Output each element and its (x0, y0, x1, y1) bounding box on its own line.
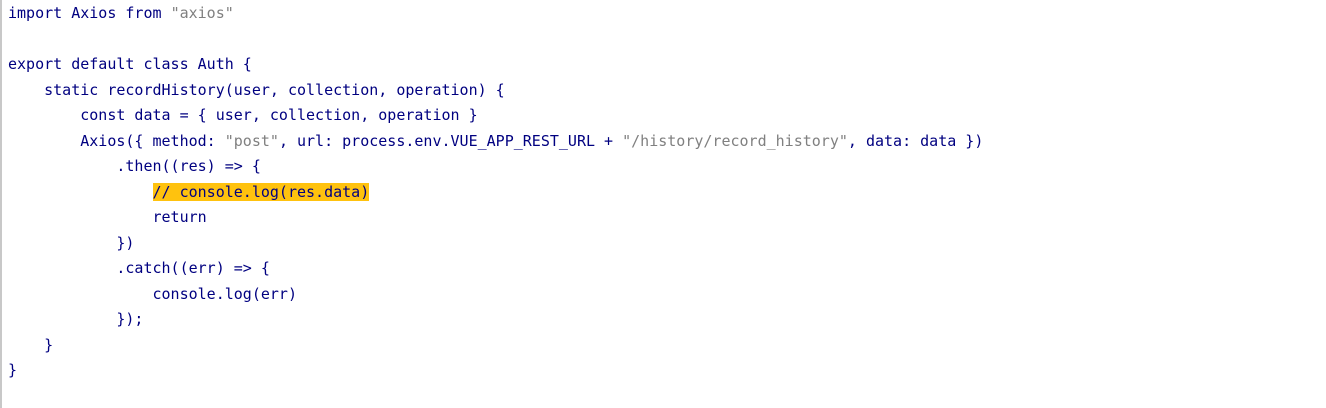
code-token: const data = { user, collection, operati… (8, 106, 478, 124)
code-line: }) (8, 231, 983, 257)
code-token: , data: data }) (847, 131, 984, 150)
code-line: const data = { user, collection, operati… (8, 103, 983, 129)
code-line: .catch((err) => { (8, 256, 983, 282)
code-token: import Axios from (8, 4, 171, 22)
code-token: } (8, 335, 54, 354)
code-token: }) (8, 233, 135, 252)
code-line: static recordHistory(user, collection, o… (8, 78, 983, 104)
code-line: import Axios from "axios" (8, 1, 983, 27)
code-line: .then((res) => { (8, 154, 983, 180)
code-token: } (8, 361, 18, 379)
code-token: return (8, 208, 207, 226)
code-token: Axios({ method: (8, 131, 225, 150)
string-literal: "axios" (170, 4, 234, 22)
string-literal: "post" (224, 131, 279, 150)
code-line: console.log(err) (8, 282, 983, 308)
code-token: .catch((err) => { (8, 259, 270, 277)
code-token: .then((res) => { (8, 157, 261, 175)
code-line: export default class Auth { (8, 52, 983, 78)
code-line: }); (8, 307, 983, 333)
code-line: return (8, 205, 983, 231)
code-token: }); (8, 310, 144, 328)
code-token: static recordHistory(user, collection, o… (8, 80, 505, 99)
code-token: console.log(err) (8, 284, 297, 303)
code-token: , url: process.env.VUE_APP_REST_URL + (278, 131, 623, 150)
code-block[interactable]: import Axios from "axios" export default… (8, 1, 983, 384)
code-token: export default class Auth { (8, 55, 252, 73)
string-literal: "/history/record_history" (622, 131, 848, 150)
code-line: } (8, 333, 983, 359)
code-line: // console.log(res.data) (8, 180, 983, 206)
code-line: } (8, 358, 983, 384)
code-line: Axios({ method: "post", url: process.env… (8, 129, 983, 155)
code-editor[interactable]: import Axios from "axios" export default… (0, 0, 1326, 408)
highlighted-comment: // console.log(res.data) (152, 182, 370, 201)
